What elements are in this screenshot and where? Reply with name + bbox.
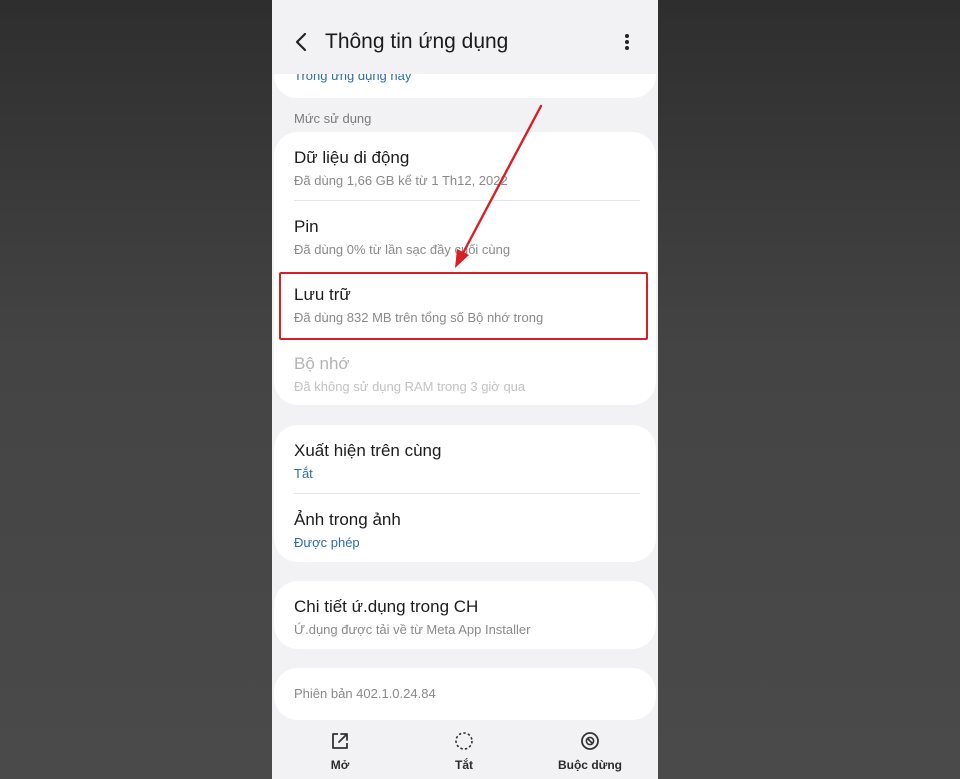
- phone-screen: Trong ứng dụng này Thông tin ứng dụng Mứ…: [272, 0, 658, 779]
- memory-subtitle: Đã không sử dụng RAM trong 3 giờ qua: [294, 379, 526, 394]
- force-stop-icon: [581, 732, 599, 750]
- bottom-action-bar: Mở Tắt Buộc dừng: [272, 722, 658, 779]
- open-external-icon: [332, 733, 348, 749]
- overlay-card: Xuất hiện trên cùng Tắt Ảnh trong ảnh Đư…: [274, 425, 656, 562]
- memory-row: Bộ nhớ Đã không sử dụng RAM trong 3 giờ …: [294, 354, 642, 395]
- usage-card: Dữ liệu di động Đã dùng 1,66 GB kể từ 1 …: [274, 132, 656, 405]
- disable-button[interactable]: Tắt: [419, 730, 509, 772]
- battery-subtitle: Đã dùng 0% từ lần sạc đầy cuối cùng: [294, 242, 511, 257]
- version-card: Phiên bản 402.1.0.24.84: [274, 668, 656, 720]
- page-title: Thông tin ứng dụng: [325, 30, 509, 53]
- memory-title: Bộ nhớ: [294, 354, 350, 373]
- mobile-data-subtitle: Đã dùng 1,66 GB kể từ 1 Th12, 2022: [294, 173, 508, 188]
- store-details-row[interactable]: Chi tiết ứ.dụng trong CH Ứ.dụng được tải…: [294, 597, 642, 638]
- battery-title: Pin: [294, 217, 319, 236]
- open-label: Mở: [330, 758, 350, 772]
- mobile-data-row[interactable]: Dữ liệu di động Đã dùng 1,66 GB kể từ 1 …: [294, 148, 642, 189]
- background-left: [0, 0, 272, 779]
- version-text: Phiên bản 402.1.0.24.84: [294, 686, 436, 701]
- store-details-subtitle: Ứ.dụng được tải về từ Meta App Installer: [294, 622, 531, 637]
- store-card: Chi tiết ứ.dụng trong CH Ứ.dụng được tải…: [274, 581, 656, 649]
- disable-circle-icon: [455, 732, 473, 750]
- divider: [294, 200, 640, 201]
- more-options-icon[interactable]: [617, 30, 637, 54]
- appear-on-top-row[interactable]: Xuất hiện trên cùng Tắt: [294, 441, 642, 482]
- appear-on-top-status: Tắt: [294, 466, 313, 481]
- storage-highlight-box: [279, 272, 648, 340]
- picture-in-picture-row[interactable]: Ảnh trong ảnh Được phép: [294, 510, 642, 551]
- battery-row[interactable]: Pin Đã dùng 0% từ lần sạc đầy cuối cùng: [294, 217, 642, 258]
- back-arrow-icon[interactable]: [290, 30, 314, 54]
- store-details-title: Chi tiết ứ.dụng trong CH: [294, 597, 479, 616]
- mobile-data-title: Dữ liệu di động: [294, 148, 410, 167]
- background-right: [658, 0, 960, 779]
- picture-in-picture-status: Được phép: [294, 535, 360, 550]
- picture-in-picture-title: Ảnh trong ảnh: [294, 510, 401, 529]
- app-bar: Thông tin ứng dụng: [272, 0, 658, 74]
- usage-section-label: Mức sử dụng: [294, 111, 372, 126]
- divider: [294, 493, 640, 494]
- force-stop-label: Buộc dừng: [557, 758, 622, 772]
- version-row: Phiên bản 402.1.0.24.84: [294, 686, 642, 702]
- appear-on-top-title: Xuất hiện trên cùng: [294, 441, 442, 460]
- force-stop-button[interactable]: Buộc dừng: [545, 730, 635, 772]
- disable-label: Tắt: [455, 758, 473, 772]
- open-button[interactable]: Mở: [295, 730, 385, 772]
